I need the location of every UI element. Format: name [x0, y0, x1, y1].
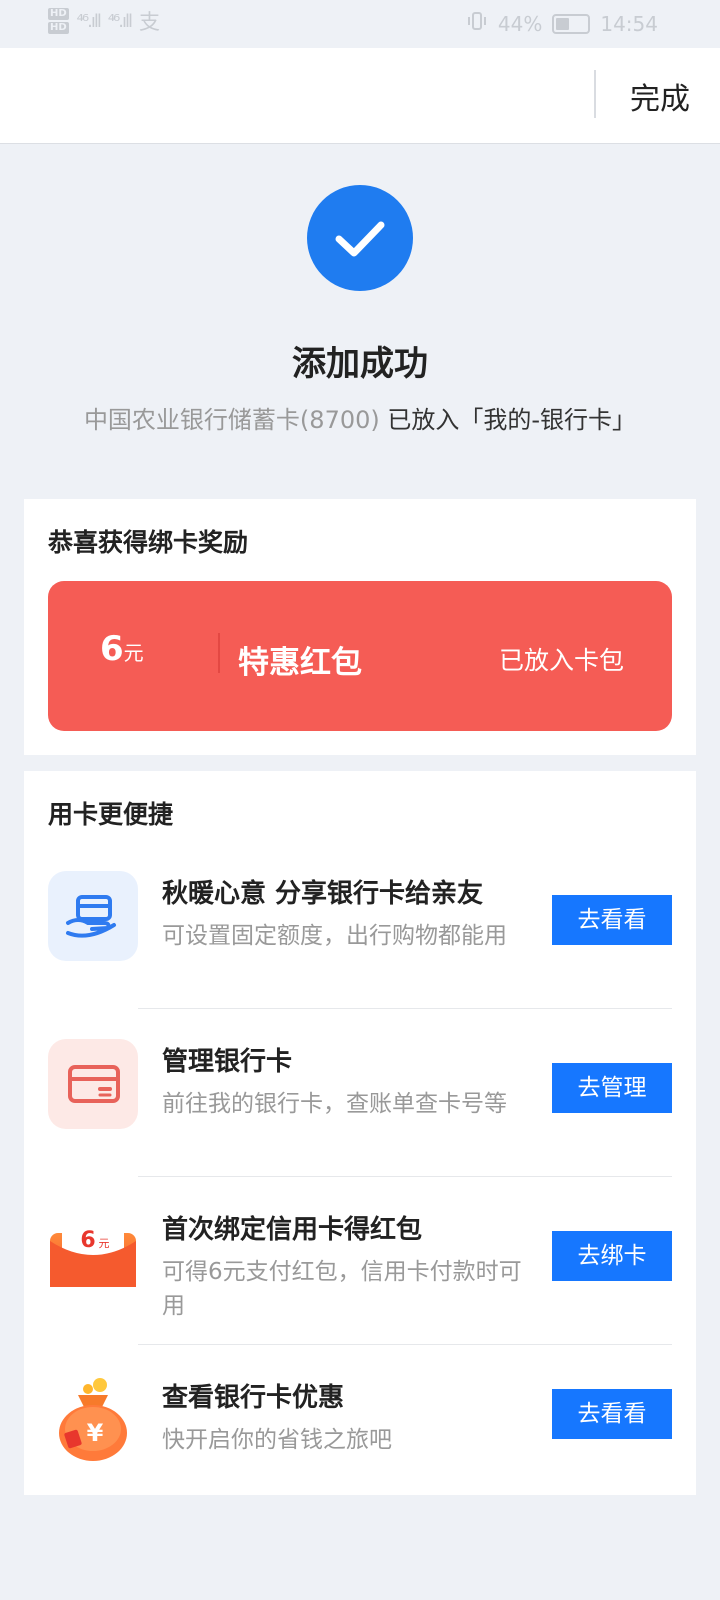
coupon-amount-unit: 元 [123, 641, 144, 665]
feature-title: 管理银行卡 [162, 1047, 293, 1077]
red-packet-coupon[interactable]: 6元 特惠红包 已放入卡包 [48, 581, 672, 731]
money-bag-symbol: ¥ [87, 1419, 104, 1447]
feature-title: 首次绑定信用卡得红包 [162, 1215, 423, 1245]
signal-icon: ⁴⁶.ıll [76, 10, 102, 32]
feature-title: 秋暖心意 分享银行卡给亲友 [162, 879, 484, 909]
hand-card-icon [48, 871, 138, 961]
vibrate-icon [466, 10, 488, 37]
coupon-amount-number: 6 [100, 629, 124, 669]
status-right: 44% 14:54 [466, 10, 658, 37]
bind-card-button[interactable]: 去绑卡 [552, 1231, 672, 1281]
go-see-button[interactable]: 去看看 [552, 895, 672, 945]
placed-text: 已放入「我的-银行卡」 [387, 406, 637, 434]
feature-item-bind-credit-card[interactable]: 6 元 首次绑定信用卡得红包 可得6元支付红包，信用卡付款时可用 去绑卡 [24, 1177, 696, 1345]
hd-badges: HD HD [48, 8, 69, 34]
coupon-separator [218, 633, 220, 673]
feature-description: 可得6元支付红包，信用卡付款时可用 [162, 1259, 522, 1319]
success-title: 添加成功 [292, 344, 428, 384]
feature-description: 可设置固定额度，出行购物都能用 [162, 923, 507, 949]
battery-fill [556, 17, 570, 30]
done-button[interactable]: 完成 [630, 74, 690, 118]
feature-item-share-card[interactable]: 秋暖心意 分享银行卡给亲友 可设置固定额度，出行购物都能用 去看看 [24, 841, 696, 1009]
features-card: 用卡更便捷 秋暖心意 分享银行卡给亲友 可设置固定额度，出行购物都能用 去看看 … [24, 771, 696, 1495]
coupon-status: 已放入卡包 [498, 646, 624, 675]
battery-icon [552, 13, 591, 34]
go-see-button[interactable]: 去看看 [552, 1389, 672, 1439]
red-packet-unit: 元 [99, 1237, 110, 1250]
reward-card: 恭喜获得绑卡奖励 6元 特惠红包 已放入卡包 [24, 499, 696, 755]
success-check-icon [307, 185, 413, 291]
manage-button[interactable]: 去管理 [552, 1063, 672, 1113]
hd-badge: HD [48, 8, 69, 20]
hd-badge: HD [48, 22, 69, 34]
features-section-title: 用卡更便捷 [48, 800, 174, 829]
money-bag-icon: ¥ [48, 1375, 138, 1465]
feature-title: 查看银行卡优惠 [162, 1383, 345, 1413]
feature-item-manage-card[interactable]: 管理银行卡 前往我的银行卡，查账单查卡号等 去管理 [24, 1009, 696, 1177]
success-description: 中国农业银行储蓄卡(8700) 已放入「我的-银行卡」 [0, 400, 720, 435]
nav-bar: 完成 [0, 48, 720, 144]
bank-card-icon [48, 1039, 138, 1129]
red-packet-icon: 6 元 [48, 1207, 138, 1297]
red-packet-amount: 6 [80, 1228, 95, 1253]
status-left: HD HD ⁴⁶.ıll ⁴⁶.ıll 支 [48, 6, 160, 36]
alipay-notification-icon: 支 [138, 10, 160, 34]
coupon-amount: 6元 [100, 629, 144, 669]
signal-icon: ⁴⁶.ıll [107, 10, 133, 32]
feature-description: 前往我的银行卡，查账单查卡号等 [162, 1091, 507, 1117]
nav-divider [594, 70, 596, 118]
bank-card-name: 中国农业银行储蓄卡(8700) [83, 406, 380, 434]
feature-item-card-offers[interactable]: ¥ 查看银行卡优惠 快开启你的省钱之旅吧 去看看 [24, 1345, 696, 1495]
coupon-name: 特惠红包 [238, 645, 362, 681]
status-bar: HD HD ⁴⁶.ıll ⁴⁶.ıll 支 44% 14:54 [0, 0, 720, 48]
clock: 14:54 [600, 11, 658, 36]
battery-percent: 44% [497, 11, 543, 36]
feature-description: 快开启你的省钱之旅吧 [162, 1427, 392, 1453]
reward-section-title: 恭喜获得绑卡奖励 [48, 528, 249, 557]
